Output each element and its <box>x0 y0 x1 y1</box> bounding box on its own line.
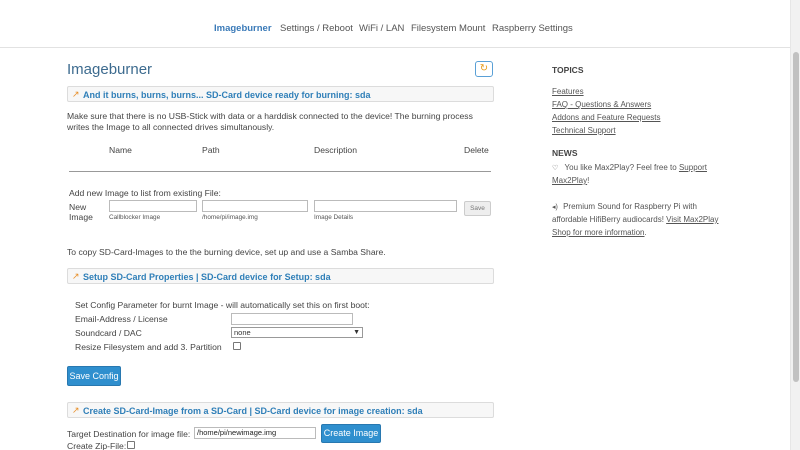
save-image-button[interactable]: Save <box>464 201 491 216</box>
soundcard-selected-value: none <box>234 328 251 337</box>
nav-wifi-lan[interactable]: WiFi / LAN <box>359 23 404 34</box>
news-item-1-line-1: ♡ You like Max2Play? Feel free to Suppor… <box>552 163 707 172</box>
nav-imageburner[interactable]: Imageburner <box>214 23 272 34</box>
wrench-icon: ↗ <box>72 405 80 415</box>
email-label: Email-Address / License <box>75 314 168 324</box>
col-header-delete: Delete <box>464 145 489 155</box>
chevron-down-icon: ▼ <box>353 329 360 336</box>
nav-raspberry-settings[interactable]: Raspberry Settings <box>492 23 573 34</box>
news-item-1-end: ! <box>587 176 590 185</box>
scrollbar-thumb[interactable] <box>793 52 799 382</box>
save-config-button[interactable]: Save Config <box>67 366 121 386</box>
wrench-icon: ↗ <box>72 89 80 99</box>
zip-label: Create Zip-File: <box>67 441 127 450</box>
image-path-hint: /home/pi/image.img <box>202 214 258 221</box>
news-item-2-line-1: ◂) Premium Sound for Raspberry Pi with <box>552 202 697 211</box>
table-divider <box>69 171 491 172</box>
heart-icon: ♡ <box>552 165 559 172</box>
image-name-input[interactable] <box>109 200 197 212</box>
burn-status-panel: ↗ And it burns, burns, burns... SD-Card … <box>67 86 494 102</box>
speaker-icon: ◂) <box>552 204 558 211</box>
setup-panel-title: Setup SD-Card Properties | SD-Card devic… <box>83 272 331 282</box>
news-item-2-end: . <box>644 228 647 237</box>
topic-link-features[interactable]: Features <box>552 87 584 96</box>
news-item-1-link-support[interactable]: Support <box>679 163 707 172</box>
create-image-panel: ↗ Create SD-Card-Image from a SD-Card | … <box>67 402 494 418</box>
topic-link-support[interactable]: Technical Support <box>552 126 616 135</box>
config-intro: Set Config Parameter for burnt Image - w… <box>75 300 370 310</box>
col-header-description: Description <box>314 145 357 155</box>
topics-heading: TOPICS <box>552 65 584 75</box>
news-item-2-text-1: Premium Sound for Raspberry Pi with <box>563 202 697 211</box>
image-path-input[interactable] <box>202 200 308 212</box>
new-image-label-2: Image <box>69 212 93 222</box>
add-image-label: Add new Image to list from existing File… <box>69 188 221 198</box>
resize-label: Resize Filesystem and add 3. Partition <box>75 342 222 352</box>
image-name-hint: Callblocker Image <box>109 214 161 221</box>
topic-link-faq[interactable]: FAQ - Questions & Answers <box>552 100 651 109</box>
refresh-button[interactable]: ↻ <box>475 61 493 77</box>
nav-settings-reboot[interactable]: Settings / Reboot <box>280 23 353 34</box>
setup-panel: ↗ Setup SD-Card Properties | SD-Card dev… <box>67 268 494 284</box>
wrench-icon: ↗ <box>72 271 80 281</box>
new-image-label-1: New <box>69 202 87 212</box>
create-image-button[interactable]: Create Image <box>321 424 381 443</box>
news-heading: NEWS <box>552 148 578 158</box>
soundcard-label: Soundcard / DAC <box>75 328 142 338</box>
news-item-2-link-shop[interactable]: Shop for more information <box>552 228 645 237</box>
col-header-name: Name <box>109 145 132 155</box>
burn-status-title: And it burns, burns, burns... SD-Card de… <box>83 90 371 100</box>
col-header-path: Path <box>202 145 220 155</box>
nav-filesystem-mount[interactable]: Filesystem Mount <box>411 23 485 34</box>
news-item-2-line-2: affordable HifiBerry audiocards! Visit M… <box>552 215 718 224</box>
topic-link-addons[interactable]: Addons and Feature Requests <box>552 113 661 122</box>
soundcard-select[interactable]: none ▼ <box>231 327 363 338</box>
resize-checkbox[interactable] <box>233 342 241 350</box>
page-title: Imageburner <box>67 61 153 78</box>
news-item-2-link-visit[interactable]: Visit Max2Play <box>666 215 718 224</box>
samba-note: To copy SD-Card-Images to the the burnin… <box>67 247 386 257</box>
news-item-1-link-max2play[interactable]: Max2Play <box>552 176 587 185</box>
create-image-panel-title: Create SD-Card-Image from a SD-Card | SD… <box>83 406 423 416</box>
top-navigation: Imageburner Settings / Reboot WiFi / LAN… <box>0 0 790 48</box>
image-description-hint: Image Details <box>314 214 354 221</box>
target-path-input[interactable]: /home/pi/newimage.img <box>194 427 316 439</box>
news-item-2-line-3: Shop for more information. <box>552 228 647 237</box>
intro-line-1: Make sure that there is no USB-Stick wit… <box>67 111 473 121</box>
news-item-2-text-2: affordable HifiBerry audiocards! <box>552 215 667 224</box>
vertical-scrollbar[interactable] <box>790 0 800 450</box>
target-label: Target Destination for image file: <box>67 429 191 439</box>
news-item-1-text: You like Max2Play? Feel free to <box>564 163 679 172</box>
news-item-1-line-2: Max2Play! <box>552 176 589 185</box>
image-description-input[interactable] <box>314 200 457 212</box>
intro-line-2: writes the Image to all connected drives… <box>67 122 275 132</box>
refresh-icon: ↻ <box>479 63 489 74</box>
email-field[interactable] <box>231 313 353 325</box>
zip-checkbox[interactable] <box>127 441 135 449</box>
